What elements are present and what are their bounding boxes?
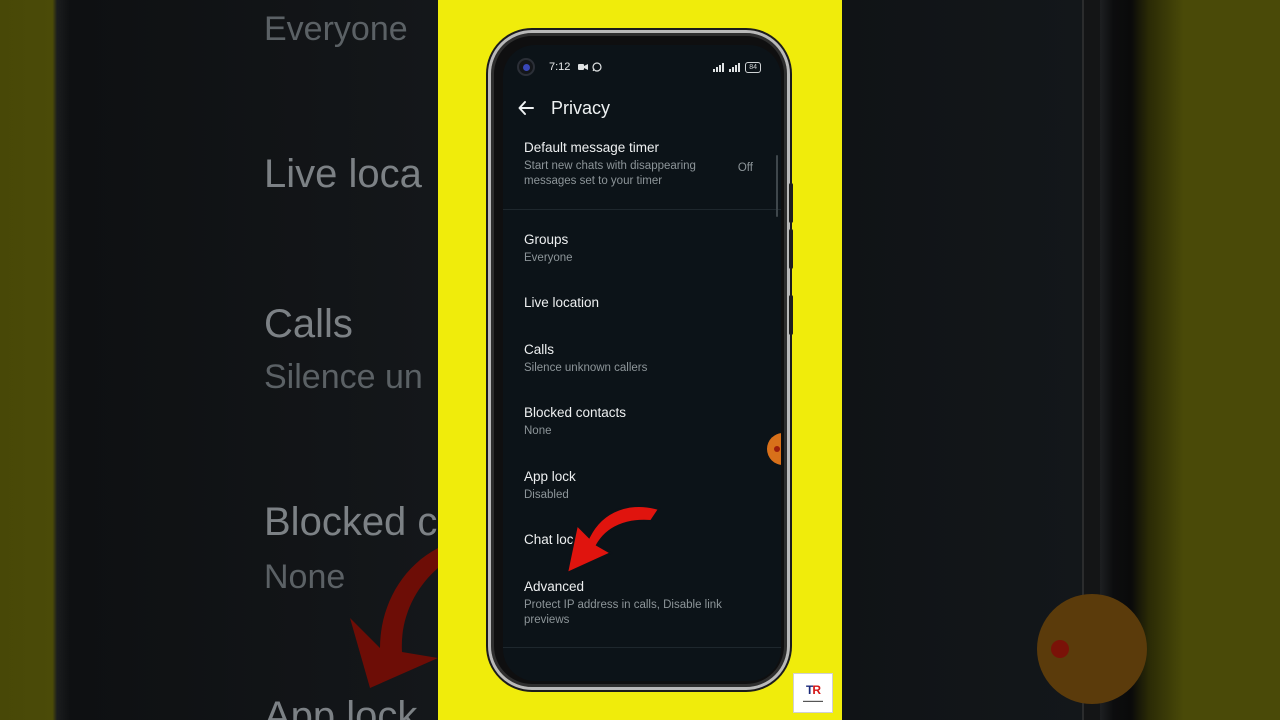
bg-text-calls: Calls [264,302,353,346]
app-bar: Privacy [503,89,781,127]
divider [503,209,781,210]
setting-blocked-contacts[interactable]: Blocked contacts None [524,405,759,439]
bg-arrow-icon [350,548,438,688]
status-time: 7:12 [549,61,571,73]
scrollbar[interactable] [776,155,778,217]
signal-1-icon [713,62,725,72]
volume-up-button [789,183,793,223]
volume-down-button [789,229,793,269]
setting-title: Calls [524,342,555,357]
phone-screen: 7:12 84 Privacy Default message timer St… [503,45,781,681]
setting-title: App lock [524,469,576,484]
battery-icon: 84 [745,61,761,73]
bg-text-none: None [264,558,346,596]
setting-value: Off [737,162,753,174]
bg-text-live-location: Live loca [264,152,422,196]
bg-text-silence: Silence un [264,358,423,396]
whatsapp-icon [592,62,603,72]
setting-title: Blocked contacts [524,405,627,420]
signal-2-icon [729,62,741,72]
setting-default-message-timer[interactable]: Default message timer Start new chats wi… [524,140,759,188]
setting-subtitle: None [524,425,552,437]
front-camera-icon [517,58,535,76]
bg-text-blocked: Blocked c [264,500,438,544]
floating-bubble[interactable] [767,433,781,465]
page-title: Privacy [551,97,611,118]
video-panel: 7:12 84 Privacy Default message timer St… [438,0,842,720]
status-bar: 7:12 84 [503,45,781,89]
bg-floating-bubble [1037,594,1147,704]
arrow-left-icon[interactable] [517,99,535,117]
setting-advanced[interactable]: Advanced Protect IP address in calls, Di… [524,579,759,627]
logo-tagline: ▬▬▬▬▬ [803,698,823,703]
divider [503,647,781,648]
setting-subtitle: Everyone [524,252,573,264]
channel-logo-mark: TR [806,683,821,697]
power-button [789,295,793,335]
background-zoom-left: Everyone Live loca Calls Silence un Bloc… [0,0,438,720]
channel-logo: TR ▬▬▬▬▬ [793,673,833,713]
setting-live-location[interactable]: Live location [524,295,759,310]
setting-subtitle: Protect IP address in calls, Disable lin… [524,599,722,626]
background-zoom-right [842,0,1280,720]
setting-groups[interactable]: Groups Everyone [524,232,759,266]
logo-letter-r: R [812,683,821,697]
notification-icons [578,62,603,72]
setting-subtitle: Silence unknown callers [524,362,648,374]
phone-frame: 7:12 84 Privacy Default message timer St… [488,30,793,690]
setting-title: Groups [524,232,569,247]
bg-text-everyone: Everyone [264,10,408,48]
setting-calls[interactable]: Calls Silence unknown callers [524,342,759,376]
setting-title: Default message timer [524,140,660,155]
status-right: 84 [713,61,761,73]
red-arrow-icon [565,505,661,575]
video-camera-icon [578,64,589,70]
setting-subtitle: Start new chats with disappearing messag… [524,160,696,187]
setting-title: Live location [524,295,600,310]
